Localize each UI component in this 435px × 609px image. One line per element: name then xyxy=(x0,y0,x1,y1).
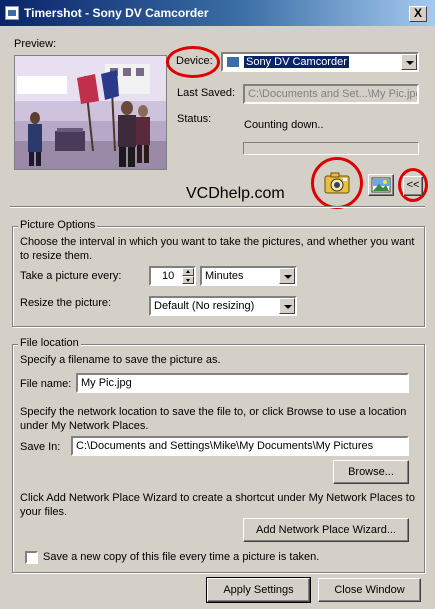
add-network-place-wizard-button[interactable]: Add Network Place Wizard... xyxy=(243,518,409,542)
watermark-text: VCDhelp.com xyxy=(186,185,285,202)
device-select-value: Sony DV Camcorder xyxy=(244,56,349,68)
wizard-description: Click Add Network Place Wizard to create… xyxy=(20,492,415,518)
status-value: Counting down.. xyxy=(244,119,324,131)
browse-button[interactable]: Browse... xyxy=(333,460,409,484)
resize-select[interactable]: Default (No resizing) xyxy=(149,296,297,316)
resize-value: Default (No resizing) xyxy=(154,300,255,312)
filename-input[interactable]: My Pic.jpg xyxy=(76,373,409,393)
title-bar: Timershot - Sony DV Camcorder X xyxy=(0,0,435,26)
network-description: Specify the network location to save the… xyxy=(20,406,407,432)
separator xyxy=(10,206,425,208)
interval-value: 10 xyxy=(162,270,175,282)
last-saved-field: C:\Documents and Set...\My Pic.jpg xyxy=(243,84,419,104)
interval-unit-select[interactable]: Minutes xyxy=(200,266,297,286)
filename-label: File name: xyxy=(20,378,72,390)
camera-preview-frame xyxy=(15,56,166,169)
filename-description: Specify a filename to save the picture a… xyxy=(20,354,221,366)
resize-label: Resize the picture: xyxy=(20,297,112,309)
app-icon xyxy=(5,6,19,20)
status-label: Status: xyxy=(177,113,212,125)
interval-stepper[interactable]: 10 xyxy=(149,266,196,286)
interval-spin-buttons[interactable] xyxy=(182,268,194,284)
device-label: Device: xyxy=(176,55,213,67)
file-location-title: File location xyxy=(18,337,81,349)
save-in-label: Save In: xyxy=(20,441,61,453)
device-select[interactable]: Sony DV Camcorder xyxy=(221,52,419,72)
picture-options-title: Picture Options xyxy=(18,219,98,231)
interval-label: Take a picture every: xyxy=(20,270,122,282)
status-progress-bar xyxy=(243,142,419,155)
camera-icon[interactable] xyxy=(324,171,350,195)
apply-settings-button[interactable]: Apply Settings xyxy=(206,577,311,603)
interval-unit-value: Minutes xyxy=(205,270,244,282)
chevron-down-icon[interactable] xyxy=(279,298,295,314)
window-title: Timershot - Sony DV Camcorder xyxy=(24,6,209,20)
save-in-input[interactable]: C:\Documents and Settings\Mike\My Docume… xyxy=(71,436,409,456)
spin-down-icon[interactable] xyxy=(182,276,194,284)
save-copy-label: Save a new copy of this file every time … xyxy=(43,551,320,563)
preview-image xyxy=(14,55,167,170)
chevron-down-icon[interactable] xyxy=(279,268,295,284)
preview-label: Preview: xyxy=(14,38,57,50)
picture-icon[interactable] xyxy=(368,174,394,196)
spin-up-icon[interactable] xyxy=(182,268,194,276)
picture-options-description: Choose the interval in which you want to… xyxy=(20,236,415,262)
camcorder-icon xyxy=(226,56,240,69)
last-saved-label: Last Saved: xyxy=(177,87,236,99)
close-window-button[interactable]: X xyxy=(409,6,427,22)
chevron-down-icon[interactable] xyxy=(401,54,417,70)
collapse-button[interactable]: << xyxy=(403,176,423,196)
save-copy-checkbox[interactable] xyxy=(25,551,38,564)
close-window-footer-button[interactable]: Close Window xyxy=(318,578,421,602)
